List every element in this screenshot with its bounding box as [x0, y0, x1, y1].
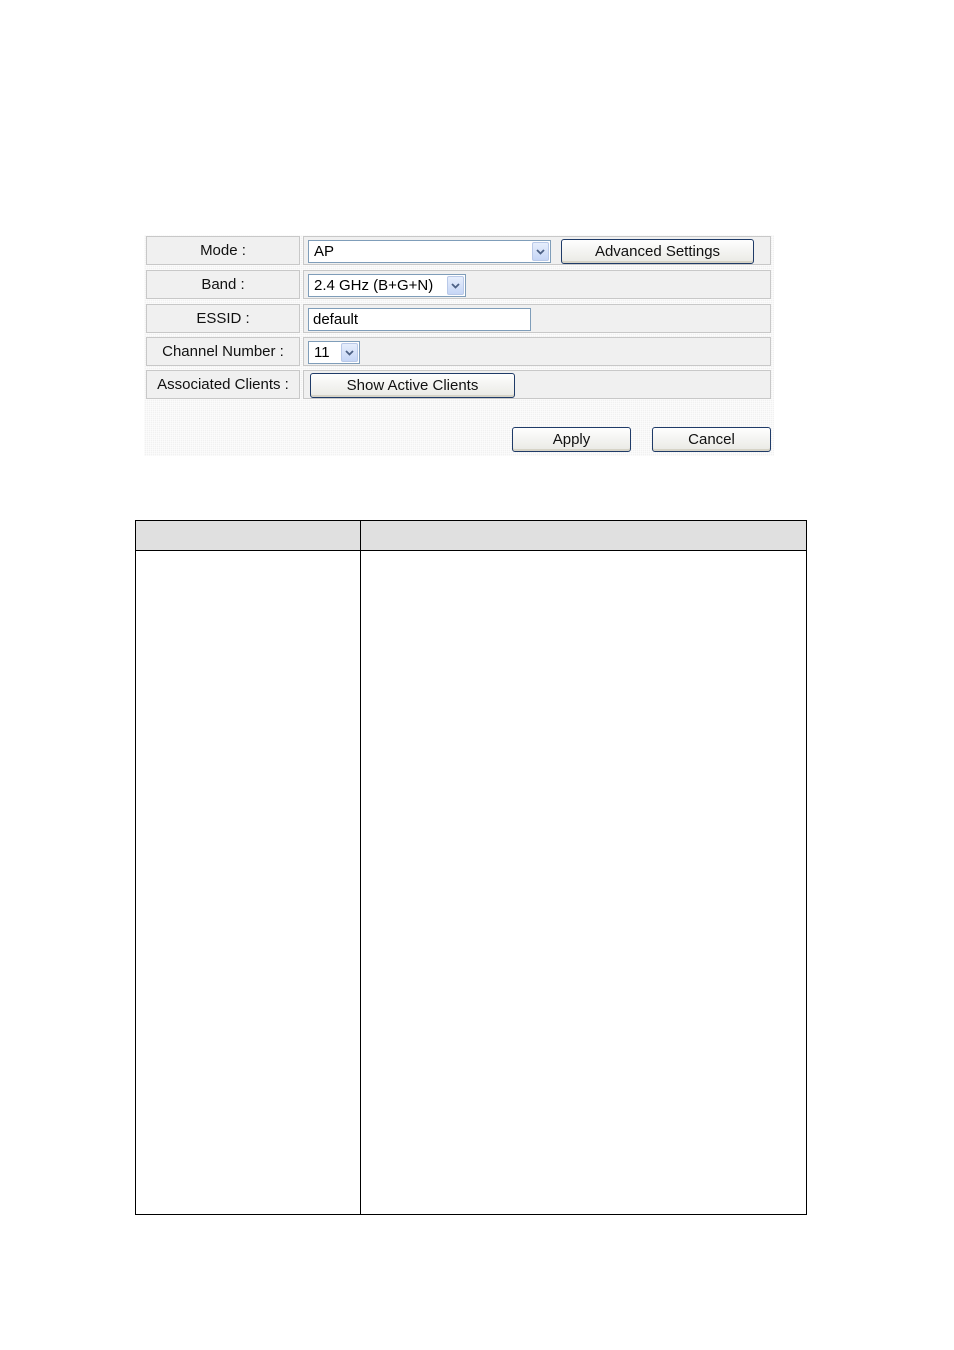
band-row: Band : 2.4 GHz (B+G+N)	[144, 269, 774, 300]
show-active-clients-button[interactable]: Show Active Clients	[310, 373, 515, 398]
mode-value-cell: AP Advanced Settings	[303, 236, 771, 265]
description-table-header	[136, 521, 806, 551]
mode-select[interactable]: AP	[308, 240, 551, 263]
channel-number-value: 11	[314, 344, 330, 361]
apply-button[interactable]: Apply	[512, 427, 631, 452]
associated-clients-label: Associated Clients :	[146, 370, 300, 399]
essid-input[interactable]	[308, 308, 531, 331]
channel-value-cell: 11	[303, 337, 771, 366]
essid-row: ESSID :	[144, 303, 774, 334]
description-table	[135, 520, 807, 1215]
description-table-column-divider	[360, 521, 361, 1214]
essid-value-cell	[303, 304, 771, 333]
cancel-button[interactable]: Cancel	[652, 427, 771, 452]
chevron-down-icon[interactable]	[341, 343, 358, 362]
chevron-down-icon[interactable]	[532, 242, 549, 261]
channel-row: Channel Number : 11	[144, 336, 774, 367]
band-value-cell: 2.4 GHz (B+G+N)	[303, 270, 771, 299]
band-select[interactable]: 2.4 GHz (B+G+N)	[308, 274, 466, 297]
associated-clients-row: Associated Clients : Show Active Clients	[144, 369, 774, 400]
associated-clients-value-cell: Show Active Clients	[303, 370, 771, 399]
mode-row: Mode : AP Advanced Settings	[144, 235, 774, 266]
advanced-settings-button[interactable]: Advanced Settings	[561, 239, 754, 264]
essid-label: ESSID :	[146, 304, 300, 333]
mode-label: Mode :	[146, 236, 300, 265]
wireless-settings-panel: Mode : AP Advanced Settings Band : 2.4 G…	[144, 235, 774, 456]
chevron-down-icon[interactable]	[447, 276, 464, 295]
band-label: Band :	[146, 270, 300, 299]
channel-number-label: Channel Number :	[146, 337, 300, 366]
mode-select-value: AP	[314, 243, 335, 260]
band-select-value: 2.4 GHz (B+G+N)	[314, 277, 434, 294]
channel-number-select[interactable]: 11	[308, 341, 360, 364]
